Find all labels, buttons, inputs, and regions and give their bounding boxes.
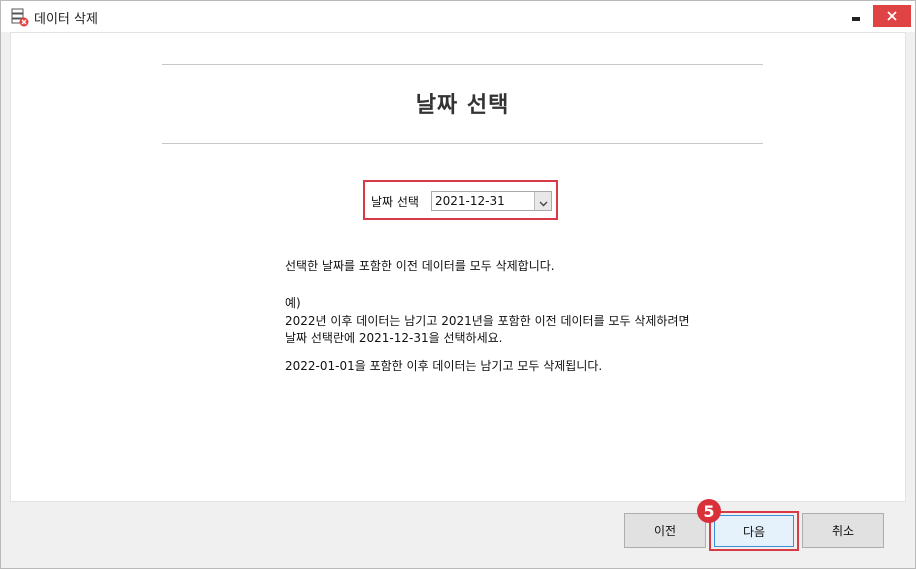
chevron-down-icon xyxy=(539,192,548,211)
page-title: 날짜 선택 xyxy=(415,93,510,118)
date-dropdown-button[interactable] xyxy=(534,192,551,210)
example-text-line1: 2022년 이후 데이터는 남기고 2021년을 포함한 이전 데이터를 모두 … xyxy=(285,314,690,328)
content-panel: 날짜 선택 날짜 선택 2021-12-31 선택한 날짜를 포함한 이전 데이… xyxy=(10,32,906,502)
result-text: 2022-01-01을 포함한 이후 데이터는 남기고 모두 삭제됩니다. xyxy=(285,359,603,373)
description-text: 선택한 날짜를 포함한 이전 데이터를 모두 삭제합니다. xyxy=(285,259,555,273)
date-selector-label: 날짜 선택 xyxy=(371,195,419,209)
window-title: 데이터 삭제 xyxy=(34,12,98,27)
cancel-button[interactable]: 취소 xyxy=(802,513,884,548)
example-text-line2: 날짜 선택란에 2021-12-31을 선택하세요. xyxy=(285,331,503,345)
date-selector-group: 날짜 선택 2021-12-31 xyxy=(363,180,558,220)
close-button[interactable] xyxy=(873,5,911,27)
minimize-button[interactable] xyxy=(839,5,873,27)
heading-divider-bottom xyxy=(162,143,763,144)
next-button-highlight: 다음 xyxy=(709,511,799,551)
database-delete-icon xyxy=(10,7,30,27)
minimize-icon xyxy=(851,7,861,26)
date-picker-value: 2021-12-31 xyxy=(435,194,505,208)
close-icon xyxy=(886,7,898,26)
title-bar[interactable]: 데이터 삭제 xyxy=(1,1,915,32)
date-picker[interactable]: 2021-12-31 xyxy=(431,191,552,211)
heading-divider-top xyxy=(162,64,763,65)
next-button[interactable]: 다음 xyxy=(714,515,794,547)
step-badge: 5 xyxy=(697,499,721,523)
dialog-window: 데이터 삭제 날짜 선택 날짜 선택 2021-12-31 선택한 날짜를 포함… xyxy=(0,0,916,569)
example-label: 예) xyxy=(285,296,301,310)
prev-button[interactable]: 이전 xyxy=(624,513,706,548)
